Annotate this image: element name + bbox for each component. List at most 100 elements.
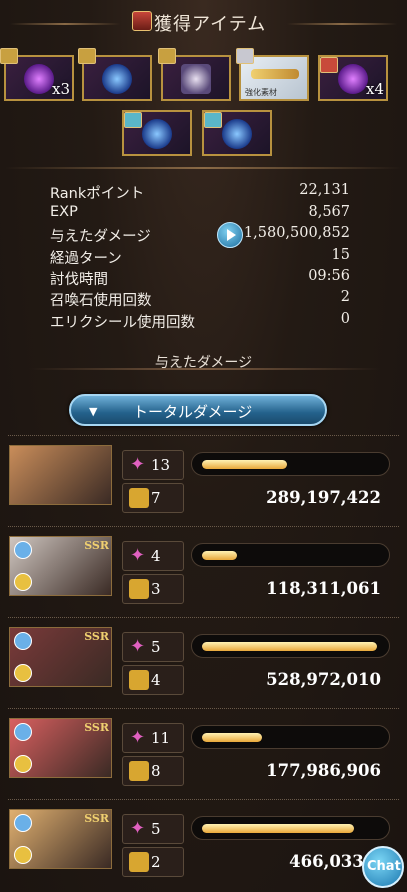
orb-icon <box>24 64 54 94</box>
element-icon <box>14 723 32 741</box>
stat-label: EXP <box>50 204 78 220</box>
stat-rank-points: Rankポイント 22,131 <box>50 182 350 203</box>
skill-count-badge: ✦ 11 <box>122 723 184 753</box>
gold-chest-icon <box>158 48 176 64</box>
attack-count: 8 <box>151 762 161 780</box>
damage-value: 118,311,061 <box>266 579 381 598</box>
divider <box>30 368 380 370</box>
damage-value: 528,972,010 <box>266 670 381 689</box>
crystal-icon <box>142 119 172 149</box>
element-icon <box>14 632 32 650</box>
crystal-icon <box>222 119 252 149</box>
stat-value: 0 <box>340 311 350 327</box>
stat-time: 討伐時間 09:56 <box>50 268 350 289</box>
attack-count-badge: 4 <box>122 665 184 695</box>
item-slot[interactable] <box>122 110 192 156</box>
sparkle-icon: ✦ <box>130 545 146 566</box>
attack-count: 2 <box>151 853 161 871</box>
skill-count: 11 <box>151 729 171 747</box>
header-ornament-right <box>287 23 397 25</box>
damage-share-fill <box>202 460 287 469</box>
skill-count: 5 <box>151 820 161 838</box>
attack-count-badge: 3 <box>122 574 184 604</box>
red-chest-icon <box>320 57 338 73</box>
skill-count: 5 <box>151 638 161 656</box>
blue-chest-icon <box>204 112 222 128</box>
character-portrait[interactable] <box>9 445 112 505</box>
damage-share-fill <box>202 824 354 833</box>
toggle-label: トータルダメージ <box>133 403 253 421</box>
damage-share-bar <box>191 634 390 658</box>
item-slot[interactable]: x4 <box>318 55 388 101</box>
attack-count: 3 <box>151 580 161 598</box>
attack-icon <box>129 488 149 508</box>
gold-chest-icon <box>0 48 18 64</box>
row-divider <box>8 526 399 527</box>
stat-value: 2 <box>340 289 350 305</box>
level-icon <box>14 664 32 682</box>
stat-label: 召喚石使用回数 <box>50 293 152 309</box>
character-portrait[interactable]: SSR <box>9 718 112 778</box>
attack-count-badge: 7 <box>122 483 184 513</box>
attack-count-badge: 8 <box>122 756 184 786</box>
blue-chest-icon <box>124 112 142 128</box>
stat-label: 経過ターン <box>50 251 122 267</box>
row-divider <box>8 435 399 436</box>
skill-count: 4 <box>151 547 161 565</box>
row-divider <box>8 617 399 618</box>
stat-exp: EXP 8,567 <box>50 204 350 225</box>
weapon-icon <box>251 69 299 79</box>
damage-share-fill <box>202 642 377 651</box>
stat-damage: 与えたダメージ 1,580,500,852 <box>50 225 350 246</box>
stat-summons: 召喚石使用回数 2 <box>50 289 350 310</box>
rarity-badge: SSR <box>84 721 109 734</box>
damage-value: 289,197,422 <box>266 488 381 507</box>
stat-elixirs: エリクシール使用回数 0 <box>50 311 350 332</box>
skill-count-badge: ✦ 5 <box>122 632 184 662</box>
damage-share-bar <box>191 725 390 749</box>
item-slot[interactable] <box>202 110 272 156</box>
stat-value: 1,580,500,852 <box>243 225 350 241</box>
stat-turns: 経過ターン 15 <box>50 247 350 268</box>
skill-count-badge: ✦ 4 <box>122 541 184 571</box>
chat-button[interactable]: Chat <box>362 846 404 888</box>
sparkle-icon: ✦ <box>130 727 146 748</box>
row-divider <box>8 799 399 800</box>
rarity-badge: SSR <box>84 630 109 643</box>
attack-count: 4 <box>151 671 161 689</box>
sparkle-icon: ✦ <box>130 818 146 839</box>
character-portrait[interactable]: SSR <box>9 627 112 687</box>
attack-icon <box>129 579 149 599</box>
attack-icon <box>129 852 149 872</box>
gold-chest-icon <box>78 48 96 64</box>
rarity-badge: SSR <box>84 539 109 552</box>
item-qty: x4 <box>365 80 384 98</box>
scroll-icon <box>181 64 211 94</box>
drops-title: 獲得アイテム <box>154 14 267 35</box>
stat-value: 09:56 <box>308 268 350 284</box>
triangle-down-icon: ▼ <box>89 405 98 418</box>
character-portrait[interactable]: SSR <box>9 536 112 596</box>
orb-icon <box>338 64 368 94</box>
item-grid: x3 強化素材 x4 <box>0 48 407 160</box>
damage-share-bar <box>191 543 390 567</box>
header-ornament-left <box>10 23 120 25</box>
crystal-icon <box>102 64 132 94</box>
sparkle-icon: ✦ <box>130 454 146 475</box>
stat-label: 討伐時間 <box>50 272 108 288</box>
item-tag: 強化素材 <box>245 88 277 97</box>
damage-share-bar <box>191 452 390 476</box>
stat-label: エリクシール使用回数 <box>50 315 195 331</box>
stat-value: 8,567 <box>308 204 350 220</box>
level-icon <box>14 846 32 864</box>
play-icon[interactable] <box>217 222 243 248</box>
skill-count-badge: ✦ 13 <box>122 450 184 480</box>
element-icon <box>14 814 32 832</box>
item-qty: x3 <box>51 80 70 98</box>
attack-count-badge: 2 <box>122 847 184 877</box>
chest-icon <box>132 11 152 31</box>
total-damage-toggle[interactable]: ▼ トータルダメージ <box>69 394 327 426</box>
damage-share-bar <box>191 816 390 840</box>
damage-share-fill <box>202 551 237 560</box>
character-portrait[interactable]: SSR <box>9 809 112 869</box>
